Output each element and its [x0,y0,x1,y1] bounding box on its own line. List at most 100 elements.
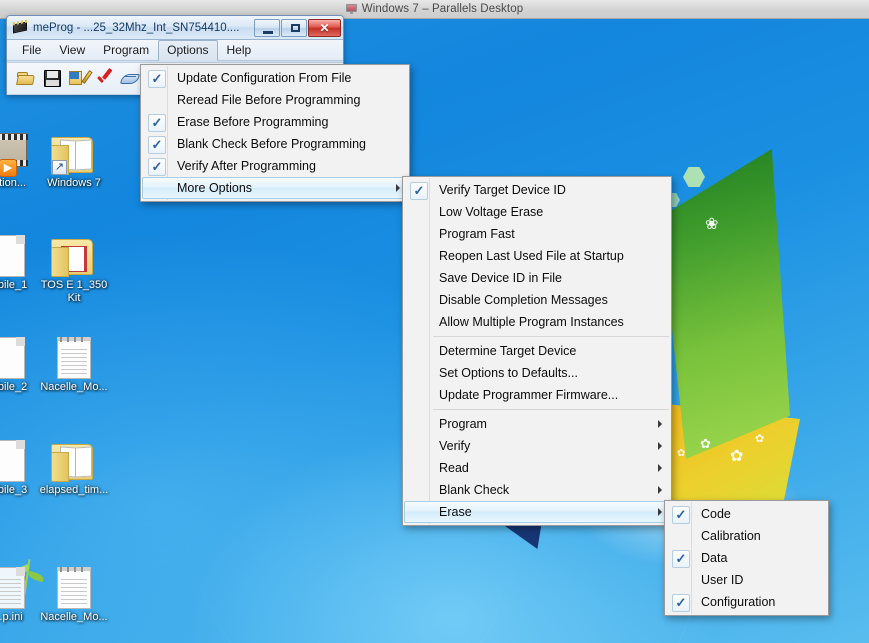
save-file-icon[interactable] [43,69,62,88]
notepad-file-icon [36,331,112,379]
chevron-right-icon [658,464,662,472]
menubar-item-file[interactable]: File [13,40,50,61]
menu-item-label: Erase [439,505,472,519]
check-icon: ✓ [148,158,166,176]
check-icon: ✓ [148,114,166,132]
menu-item-label: Update Configuration From File [177,71,352,85]
close-button[interactable]: ✕ [308,18,341,37]
menu-item-label: Calibration [701,529,761,543]
menu-item-label: Blank Check [439,483,510,497]
minimize-button[interactable] [254,18,280,37]
menu-item-label: Data [701,551,728,565]
menu-item-label: Disable Completion Messages [439,293,608,307]
check-icon: ✓ [148,136,166,154]
menu-item-verify-after-programming[interactable]: ✓ Verify After Programming [142,155,408,177]
menu-item-label: Reread File Before Programming [177,93,361,107]
desktop-icon-windows-7[interactable]: ↗ Windows 7 [36,127,112,190]
desktop-icon-label: Nacelle_Mo... [40,381,108,393]
menu-item-erase-user-id[interactable]: User ID [666,569,827,591]
menu-item-program-fast[interactable]: Program Fast [404,223,670,245]
folder-shortcut-icon: ↗ [36,127,112,175]
menu-separator [433,336,669,337]
menu-item-blank-check-before-programming[interactable]: ✓ Blank Check Before Programming [142,133,408,155]
window-titlebar[interactable]: meProg - ...25_32Mhz_Int_SN754410.... ✕ [7,16,343,40]
menubar-item-view[interactable]: View [50,40,94,61]
menu-item-disable-completion-messages[interactable]: Disable Completion Messages [404,289,670,311]
read-device-icon[interactable] [120,69,140,88]
desktop-icon-label: Nacelle_Mo... [40,611,108,623]
check-icon: ✓ [148,70,166,88]
menu-item-erase-data[interactable]: ✓ Data [666,547,827,569]
chevron-right-icon [658,486,662,494]
menu-item-label: Code [701,507,731,521]
menu-item-label: Verify Target Device ID [439,183,566,197]
menu-item-erase-before-programming[interactable]: ✓ Erase Before Programming [142,111,408,133]
window-title: meProg - ...25_32Mhz_Int_SN754410.... [33,21,240,34]
menu-item-more-options[interactable]: More Options [142,177,408,199]
menu-item-label: Determine Target Device [439,344,577,358]
menu-item-label: Blank Check Before Programming [177,137,366,151]
menu-item-erase-configuration[interactable]: ✓ Configuration [666,591,827,613]
desktop-icon-label: elapsed_tim... [39,484,109,496]
menu-item-label: Configuration [701,595,776,609]
menu-item-low-voltage-erase[interactable]: Low Voltage Erase [404,201,670,223]
folder-with-book-icon [36,229,112,277]
open-file-icon[interactable] [15,69,36,88]
desktop-icon-tos-kit[interactable]: TOS E 1_350 Kit [36,229,112,305]
check-icon: ✓ [410,182,428,200]
chip-icon [11,19,29,36]
menu-item-set-options-to-defaults[interactable]: Set Options to Defaults... [404,362,670,384]
desktop-icon-label: TOS E 1_350 Kit [40,279,108,304]
menu-item-label: Verify [439,439,471,453]
menu-item-label: Set Options to Defaults... [439,366,578,380]
menu-item-erase-code[interactable]: ✓ Code [666,503,827,525]
erase-submenu[interactable]: ✓ Code Calibration ✓ Data User ID ✓ Conf… [664,500,829,616]
menu-item-allow-multiple-program-instances[interactable]: Allow Multiple Program Instances [404,311,670,333]
window-buttons: ✕ [254,18,343,37]
verify-icon[interactable] [95,67,114,88]
menu-item-label: Save Device ID in File [439,271,562,285]
options-dropdown-menu[interactable]: ✓ Update Configuration From File Reread … [140,64,410,202]
menu-item-save-device-id-in-file[interactable]: Save Device ID in File [404,267,670,289]
menu-item-label: Erase Before Programming [177,115,329,129]
menu-item-determine-target-device[interactable]: Determine Target Device [404,340,670,362]
chevron-right-icon [396,184,400,192]
menu-item-verify[interactable]: Verify [404,435,670,457]
menu-item-label: Reopen Last Used File at Startup [439,249,624,263]
folder-icon [36,434,112,482]
desktop-icon-nacelle-2[interactable]: Nacelle_Mo... [36,561,112,624]
menubar-item-help[interactable]: Help [218,40,261,61]
menu-item-program[interactable]: Program [404,413,670,435]
menubar-item-options[interactable]: Options [158,39,218,61]
menu-item-label: Low Voltage Erase [439,205,544,219]
menu-item-verify-target-device-id[interactable]: ✓ Verify Target Device ID [404,179,670,201]
menu-item-reread-file-before-programming[interactable]: Reread File Before Programming [142,89,408,111]
menu-item-erase-calibration[interactable]: Calibration [666,525,827,547]
desktop-icon-nacelle-1[interactable]: Nacelle_Mo... [36,331,112,394]
desktop-icon-label: Windows 7 [47,177,101,189]
menu-item-read[interactable]: Read [404,457,670,479]
chevron-right-icon [658,508,662,516]
menu-item-label: Program [439,417,487,431]
chevron-right-icon [658,420,662,428]
menu-item-label: User ID [701,573,744,587]
check-icon: ✓ [672,594,690,612]
menu-item-blank-check[interactable]: Blank Check [404,479,670,501]
check-icon: ✓ [672,550,690,568]
menu-item-label: More Options [177,181,253,195]
menu-item-update-configuration-from-file[interactable]: ✓ Update Configuration From File [142,67,408,89]
menu-item-update-programmer-firmware[interactable]: Update Programmer Firmware... [404,384,670,406]
menubar-item-program[interactable]: Program [94,40,158,61]
menu-item-label: Update Programmer Firmware... [439,388,619,402]
menu-item-erase[interactable]: Erase [404,501,670,523]
program-device-icon[interactable] [69,69,93,88]
chevron-right-icon [658,442,662,450]
butterfly-icon: ❀ [705,216,719,233]
menu-separator [433,409,669,410]
desktop-icon-elapsed-time[interactable]: elapsed_tim... [36,434,112,497]
check-icon: ✓ [672,506,690,524]
menu-item-reopen-last-used-file-at-startup[interactable]: Reopen Last Used File at Startup [404,245,670,267]
more-options-submenu[interactable]: ✓ Verify Target Device ID Low Voltage Er… [402,176,672,526]
maximize-button[interactable] [281,18,307,37]
menubar[interactable]: File View Program Options Help [7,39,343,61]
